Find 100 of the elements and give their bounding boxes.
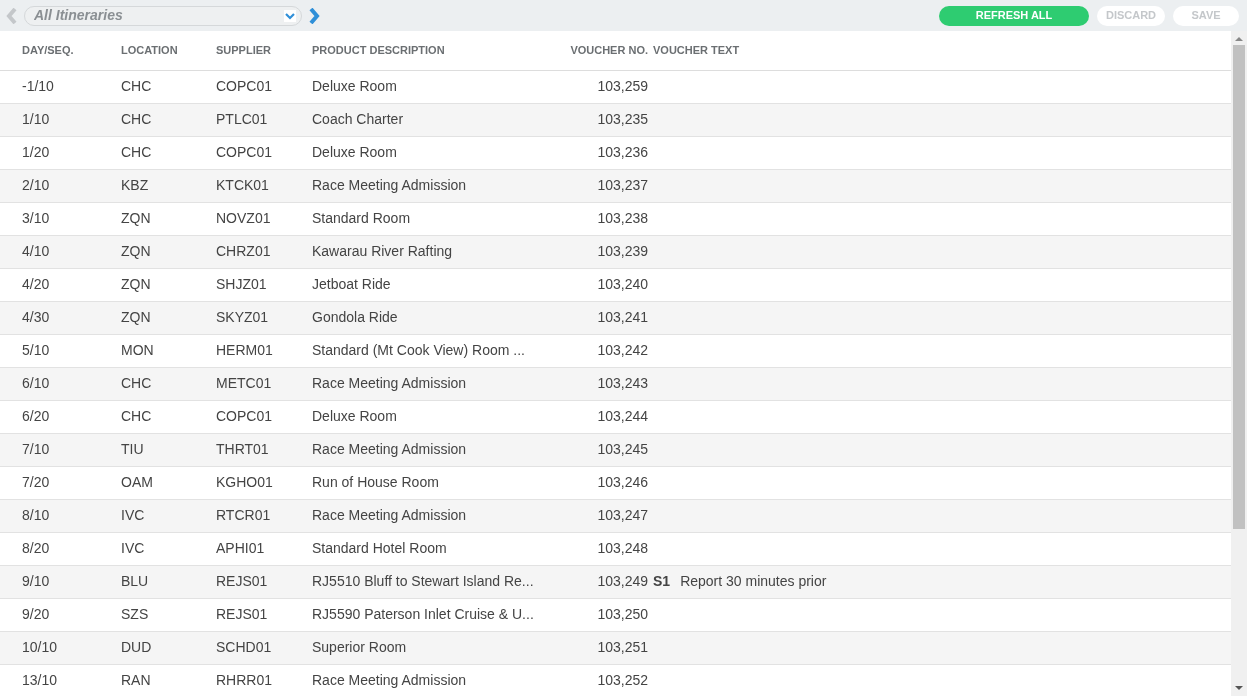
itinerary-select[interactable]: All Itineraries — [24, 5, 302, 26]
table-cell: SHJZ01 — [215, 268, 311, 301]
table-cell: 103,236 — [566, 136, 648, 169]
table-cell: CHC — [120, 70, 215, 103]
table-cell: ZQN — [120, 235, 215, 268]
scroll-down-icon[interactable] — [1234, 684, 1244, 692]
scroll-up-icon[interactable] — [1234, 35, 1244, 43]
table-cell: APHI01 — [215, 532, 311, 565]
table-cell: 103,252 — [566, 664, 648, 696]
table-cell: HERM01 — [215, 334, 311, 367]
table-cell: 103,250 — [566, 598, 648, 631]
column-header[interactable]: PRODUCT DESCRIPTION — [311, 31, 566, 70]
table-cell: 103,259 — [566, 70, 648, 103]
table-cell: KBZ — [120, 169, 215, 202]
table-cell: NOVZ01 — [215, 202, 311, 235]
table-cell: REJS01 — [215, 598, 311, 631]
table-cell: REJS01 — [215, 565, 311, 598]
table-cell: 7/20 — [0, 466, 120, 499]
table-cell: 1/10 — [0, 103, 120, 136]
table-cell: CHC — [120, 400, 215, 433]
table-cell: 4/10 — [0, 235, 120, 268]
table-cell: Deluxe Room — [311, 136, 566, 169]
table-cell: 103,241 — [566, 301, 648, 334]
table-cell: 4/30 — [0, 301, 120, 334]
scrollbar-thumb[interactable] — [1233, 45, 1245, 529]
table-cell: 103,244 — [566, 400, 648, 433]
table-cell: ZQN — [120, 202, 215, 235]
column-header[interactable]: VOUCHER TEXT — [648, 31, 1231, 70]
table-cell: PTLC01 — [215, 103, 311, 136]
table-cell: 103,238 — [566, 202, 648, 235]
table-cell: Race Meeting Admission — [311, 169, 566, 202]
table-cell: 103,239 — [566, 235, 648, 268]
table-cell: -1/10 — [0, 70, 120, 103]
table-cell: COPC01 — [215, 400, 311, 433]
voucher-text: Report 30 minutes prior — [680, 573, 827, 589]
table-cell: 4/20 — [0, 268, 120, 301]
table-cell: 6/20 — [0, 400, 120, 433]
table-cell: 103,243 — [566, 367, 648, 400]
table-cell: METC01 — [215, 367, 311, 400]
table-cell: IVC — [120, 499, 215, 532]
column-header[interactable]: VOUCHER NO. — [566, 31, 648, 70]
table-cell: 103,248 — [566, 532, 648, 565]
column-header[interactable]: DAY/SEQ. — [0, 31, 120, 70]
table-cell: 10/10 — [0, 631, 120, 664]
table-cell: 103,237 — [566, 169, 648, 202]
table-cell: MON — [120, 334, 215, 367]
table-cell: DUD — [120, 631, 215, 664]
table-cell: Race Meeting Admission — [311, 499, 566, 532]
table-cell: 103,247 — [566, 499, 648, 532]
column-header[interactable]: LOCATION — [120, 31, 215, 70]
table-cell: CHC — [120, 136, 215, 169]
table-cell: TIU — [120, 433, 215, 466]
table-cell: RJ5590 Paterson Inlet Cruise & U... — [311, 598, 566, 631]
table-cell: Race Meeting Admission — [311, 433, 566, 466]
table-cell: 6/10 — [0, 367, 120, 400]
table-cell: Coach Charter — [311, 103, 566, 136]
table-cell: Jetboat Ride — [311, 268, 566, 301]
table-cell: Superior Room — [311, 631, 566, 664]
table-cell: BLU — [120, 565, 215, 598]
table-cell: Deluxe Room — [311, 400, 566, 433]
table-cell: Standard Hotel Room — [311, 532, 566, 565]
table-cell: Gondola Ride — [311, 301, 566, 334]
table-cell: 1/20 — [0, 136, 120, 169]
table-cell: 103,240 — [566, 268, 648, 301]
table-cell: 13/10 — [0, 664, 120, 696]
table-cell: Race Meeting Admission — [311, 367, 566, 400]
table-cell: 5/10 — [0, 334, 120, 367]
table-cell: KGHO01 — [215, 466, 311, 499]
table-cell: CHRZ01 — [215, 235, 311, 268]
table-cell: ZQN — [120, 268, 215, 301]
table-cell: Standard Room — [311, 202, 566, 235]
table-cell: RHRR01 — [215, 664, 311, 696]
table-cell: 9/20 — [0, 598, 120, 631]
table-cell: Kawarau River Rafting — [311, 235, 566, 268]
table-cell: RJ5510 Bluff to Stewart Island Re... — [311, 565, 566, 598]
table-cell: 103,235 — [566, 103, 648, 136]
table-cell: COPC01 — [215, 136, 311, 169]
table-cell: 8/20 — [0, 532, 120, 565]
table-cell: 103,249 — [566, 565, 648, 598]
table-cell: SCHD01 — [215, 631, 311, 664]
scrollbar[interactable] — [1231, 31, 1247, 696]
table-cell: COPC01 — [215, 70, 311, 103]
table-cell: 2/10 — [0, 169, 120, 202]
table-cell: RAN — [120, 664, 215, 696]
table-cell: OAM — [120, 466, 215, 499]
table-cell: KTCK01 — [215, 169, 311, 202]
table-cell: Standard (Mt Cook View) Room ... — [311, 334, 566, 367]
column-header[interactable]: SUPPLIER — [215, 31, 311, 70]
table-cell: Deluxe Room — [311, 70, 566, 103]
table-cell: 8/10 — [0, 499, 120, 532]
table-cell: 103,251 — [566, 631, 648, 664]
table-cell: IVC — [120, 532, 215, 565]
table-cell: Run of House Room — [311, 466, 566, 499]
voucher-code: S1 — [653, 573, 671, 589]
table-cell: 103,245 — [566, 433, 648, 466]
table-cell: 7/10 — [0, 433, 120, 466]
table-cell: SZS — [120, 598, 215, 631]
table-cell: 103,246 — [566, 466, 648, 499]
table-cell: Race Meeting Admission — [311, 664, 566, 696]
table-cell: 103,242 — [566, 334, 648, 367]
